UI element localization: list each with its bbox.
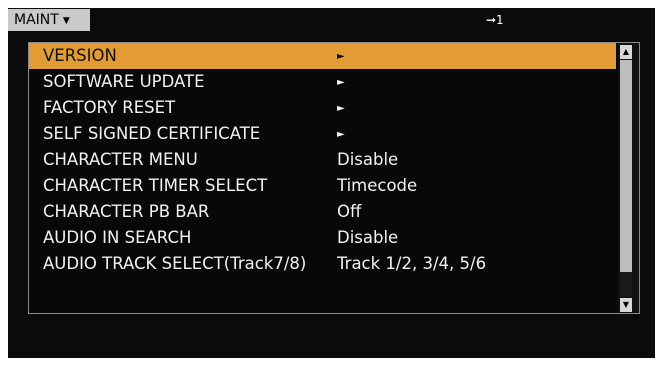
menu-item-factory-reset[interactable]: FACTORY RESET ►: [29, 95, 616, 121]
submenu-arrow-icon: ►: [337, 77, 345, 88]
menu-item-value: Disable: [337, 150, 399, 169]
menu-item-character-pb-bar[interactable]: CHARACTER PB BAR Off: [29, 199, 616, 225]
chevron-down-icon: ▼: [62, 16, 70, 26]
menu-item-label: VERSION: [43, 46, 117, 65]
menu-item-label: AUDIO IN SEARCH: [43, 228, 192, 247]
menu-item-audio-track-select[interactable]: AUDIO TRACK SELECT(Track7/8) Track 1/2, …: [29, 251, 616, 277]
menu-item-label: CHARACTER TIMER SELECT: [43, 176, 268, 195]
menu-item-value: Track 1/2, 3/4, 5/6: [337, 254, 487, 273]
submenu-arrow-icon: ►: [337, 129, 345, 140]
menu-item-software-update[interactable]: SOFTWARE UPDATE ►: [29, 69, 616, 95]
menu-item-self-signed-certificate[interactable]: SELF SIGNED CERTIFICATE ►: [29, 121, 616, 147]
menu-item-audio-in-search[interactable]: AUDIO IN SEARCH Disable: [29, 225, 616, 251]
submenu-arrow-icon: ►: [337, 103, 345, 114]
menu-item-character-menu[interactable]: CHARACTER MENU Disable: [29, 147, 616, 173]
page-indicator: ➞1: [486, 13, 504, 27]
menu-item-value: Timecode: [337, 176, 418, 195]
scroll-down-icon[interactable]: ▼: [620, 298, 632, 312]
menu-item-label: CHARACTER PB BAR: [43, 202, 210, 221]
submenu-arrow-icon: ►: [337, 51, 345, 62]
maint-menu-tab[interactable]: MAINT ▼: [8, 9, 90, 31]
menu-item-value: Off: [337, 202, 362, 221]
menu-item-value: Disable: [337, 228, 399, 247]
scrollbar-thumb[interactable]: [620, 60, 632, 272]
menu-item-label: FACTORY RESET: [43, 98, 176, 117]
menu-item-version[interactable]: VERSION ►: [29, 43, 616, 69]
menu-tab-label: MAINT: [14, 12, 59, 28]
scrollbar[interactable]: ▲ ▼: [618, 43, 639, 313]
scroll-up-icon[interactable]: ▲: [620, 45, 632, 59]
menu-item-label: SOFTWARE UPDATE: [43, 72, 205, 91]
menu-item-character-timer-select[interactable]: CHARACTER TIMER SELECT Timecode: [29, 173, 616, 199]
menu-item-label: CHARACTER MENU: [43, 150, 198, 169]
camera-menu-screen: MAINT ▼ ➞1 VERSION ► SOFTWARE UPDATE ► FA…: [8, 8, 655, 358]
menu-list: VERSION ► SOFTWARE UPDATE ► FACTORY RESE…: [28, 42, 640, 314]
menu-item-label: AUDIO TRACK SELECT(Track7/8): [43, 254, 307, 273]
menu-item-label: SELF SIGNED CERTIFICATE: [43, 124, 261, 143]
menu-header: MAINT ▼ ➞1: [8, 8, 655, 34]
